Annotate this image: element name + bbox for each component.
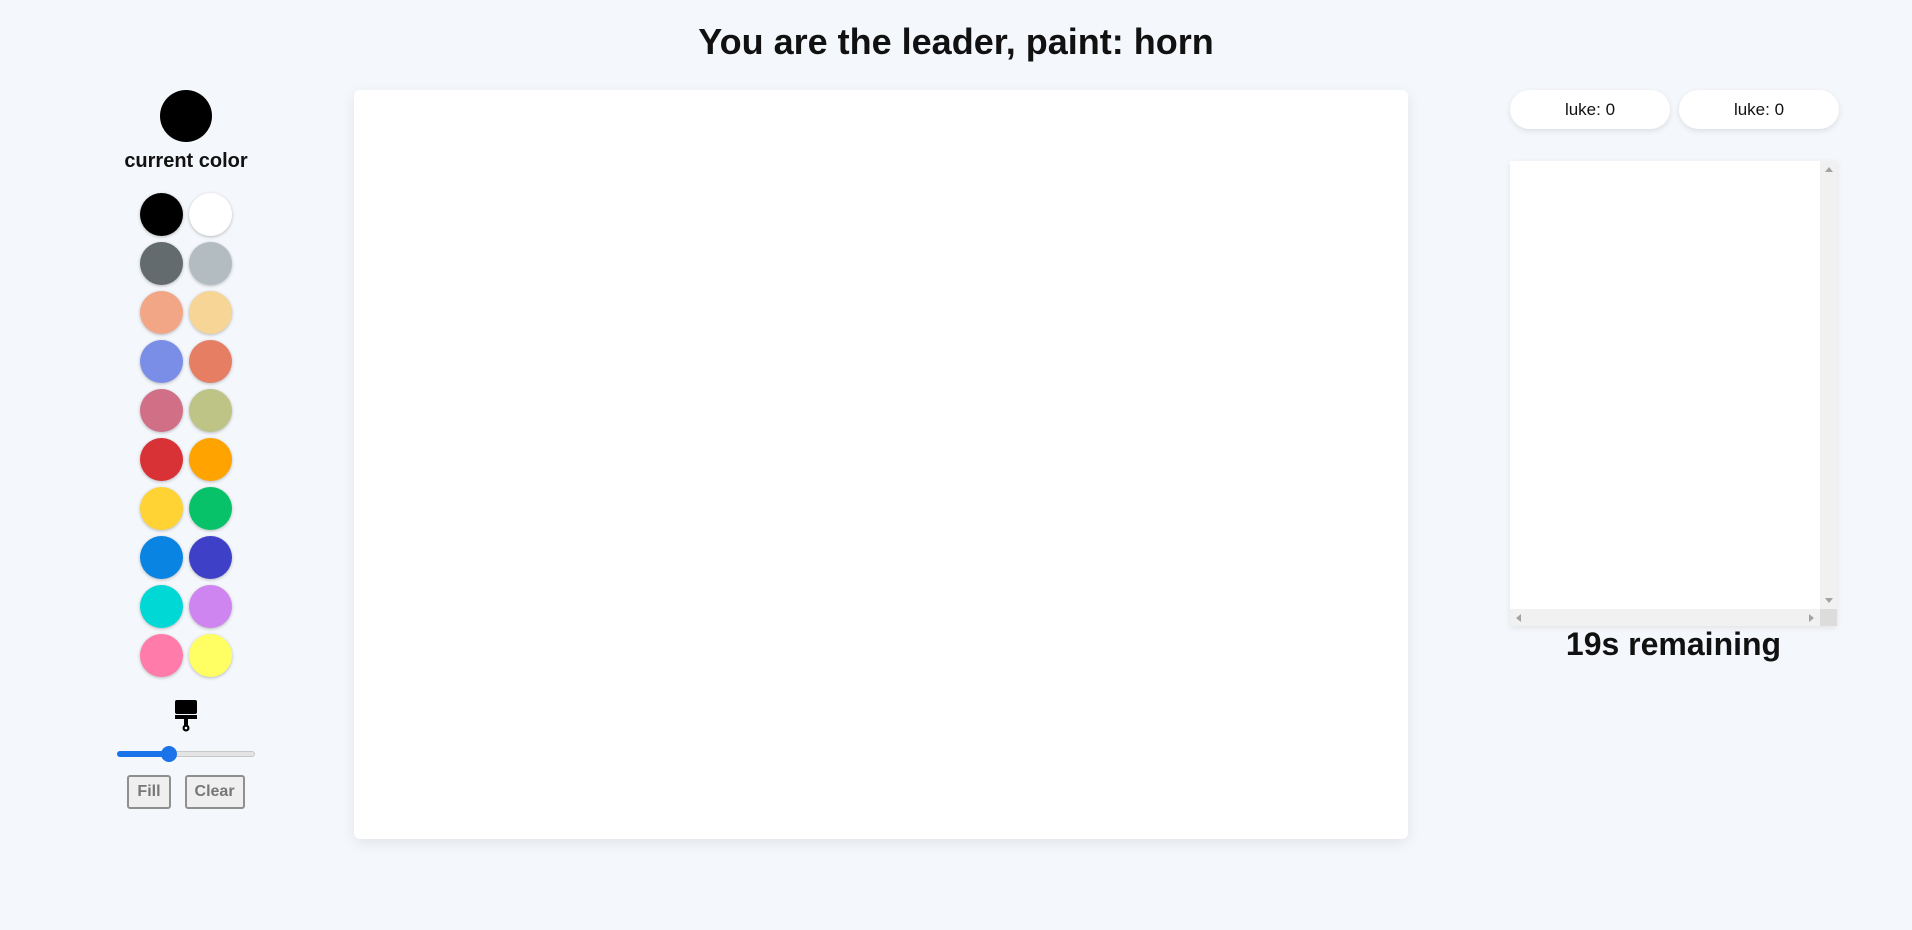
drawing-canvas[interactable]: [354, 90, 1408, 839]
tool-panel: current color Fill Clear: [110, 90, 262, 809]
slider-thumb[interactable]: [161, 746, 178, 762]
color-swatch[interactable]: [140, 291, 183, 334]
color-swatch[interactable]: [140, 585, 183, 628]
page-title: You are the leader, paint: horn: [698, 21, 1214, 62]
scroll-left-icon[interactable]: [1516, 614, 1521, 622]
color-swatch[interactable]: [189, 438, 232, 481]
color-swatch[interactable]: [140, 242, 183, 285]
clear-button[interactable]: Clear: [184, 775, 245, 809]
color-swatch[interactable]: [140, 193, 183, 236]
current-color-swatch: [160, 90, 212, 142]
color-swatch[interactable]: [189, 585, 232, 628]
color-palette: [140, 193, 232, 677]
color-swatch[interactable]: [189, 193, 232, 236]
color-swatch[interactable]: [189, 634, 232, 677]
color-swatch[interactable]: [140, 340, 183, 383]
color-swatch[interactable]: [189, 242, 232, 285]
vertical-scrollbar[interactable]: [1820, 161, 1837, 609]
current-color-label: current color: [124, 150, 248, 172]
scroll-down-icon[interactable]: [1825, 598, 1833, 603]
color-swatch[interactable]: [140, 389, 183, 432]
color-swatch[interactable]: [140, 634, 183, 677]
color-swatch[interactable]: [140, 536, 183, 579]
player-score: luke: 0: [1510, 90, 1670, 129]
color-swatch[interactable]: [140, 438, 183, 481]
color-swatch[interactable]: [189, 389, 232, 432]
paint-brush-icon[interactable]: [172, 699, 200, 733]
timer: 19s remaining: [1565, 626, 1782, 662]
color-swatch[interactable]: [189, 340, 232, 383]
tool-buttons: Fill Clear: [110, 775, 262, 809]
guess-log[interactable]: [1510, 161, 1837, 626]
color-swatch[interactable]: [189, 291, 232, 334]
color-swatch[interactable]: [189, 536, 232, 579]
brush-size-slider[interactable]: [117, 745, 255, 762]
color-swatch[interactable]: [189, 487, 232, 530]
scroll-right-icon[interactable]: [1809, 614, 1814, 622]
fill-button[interactable]: Fill: [127, 775, 171, 809]
color-swatch[interactable]: [140, 487, 183, 530]
player-score: luke: 0: [1679, 90, 1839, 129]
scroll-up-icon[interactable]: [1825, 167, 1833, 172]
